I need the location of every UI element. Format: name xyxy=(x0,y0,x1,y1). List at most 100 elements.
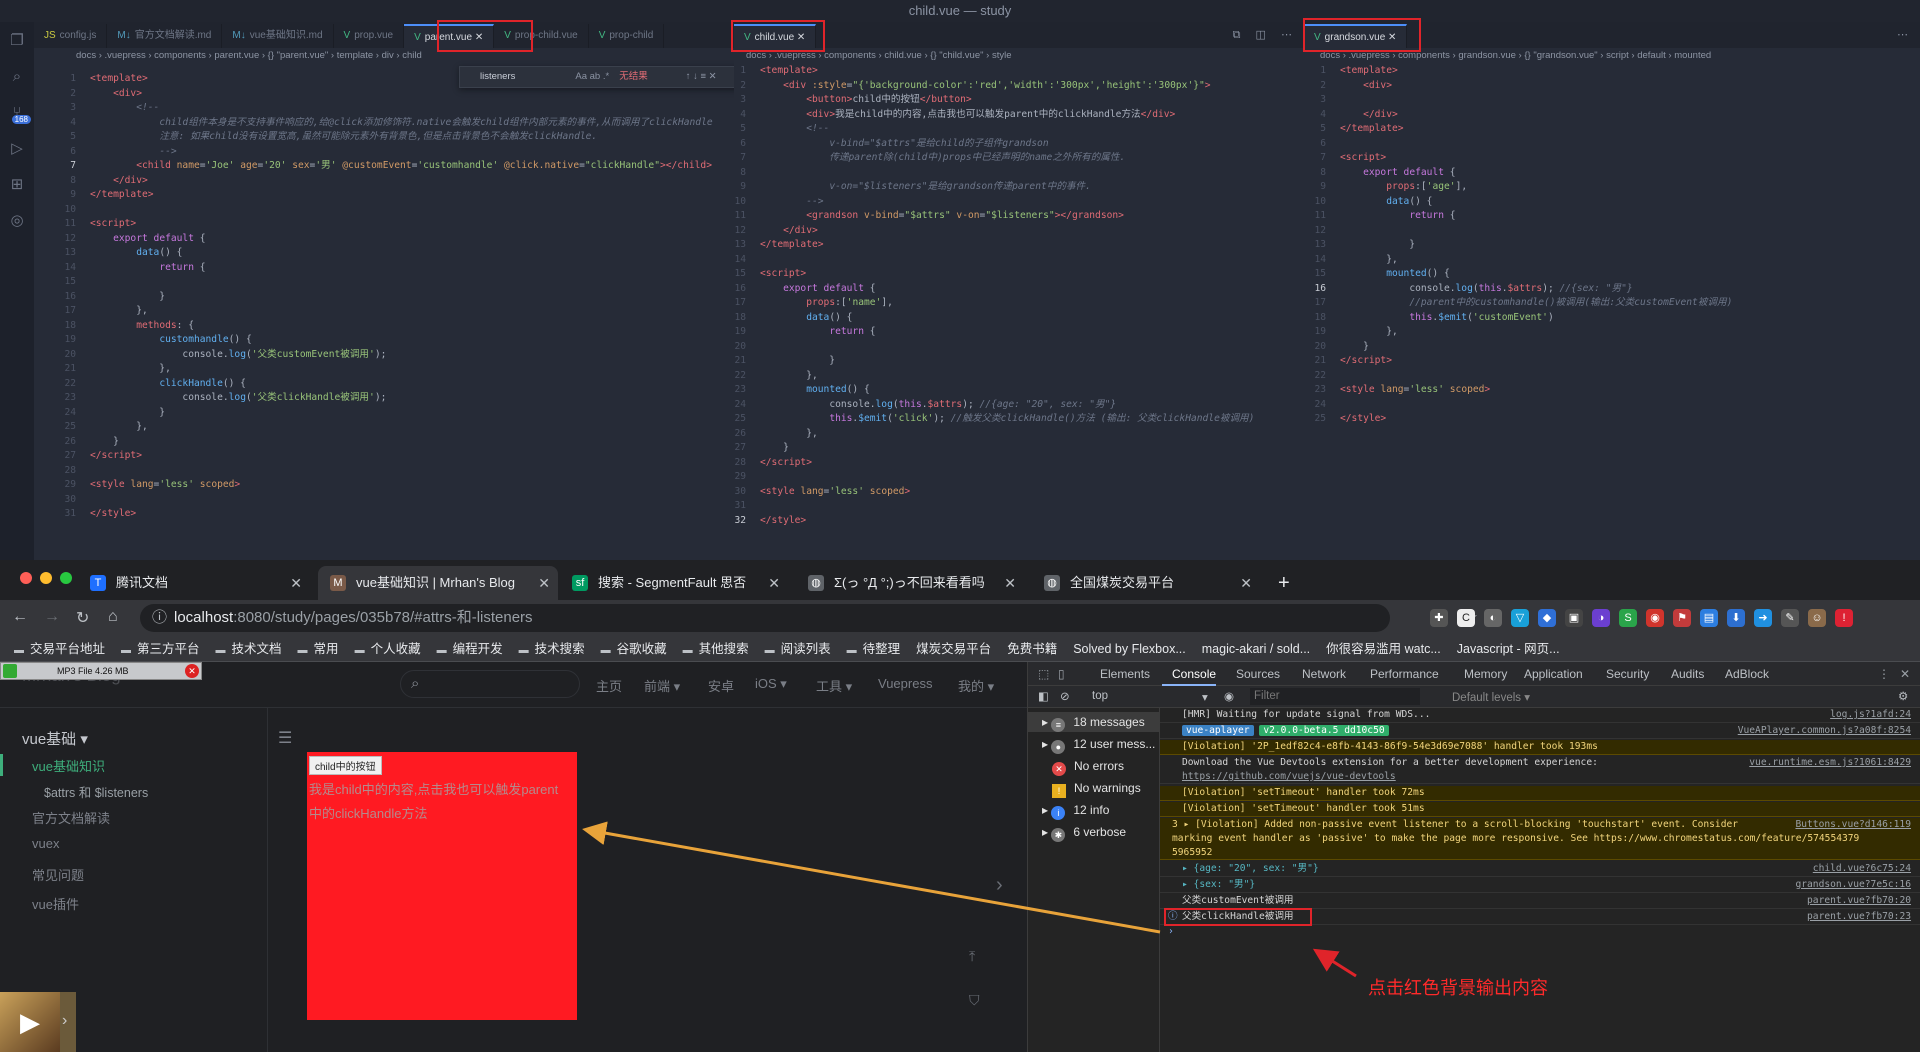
play-icon[interactable]: ▶ xyxy=(0,992,60,1052)
extension-icon[interactable]: ▣ xyxy=(1565,609,1583,627)
remote-icon[interactable]: ◎ xyxy=(0,202,34,238)
bookmark-item[interactable]: Solved by Flexbox... xyxy=(1073,636,1186,661)
close-tab-icon[interactable]: ✕ xyxy=(1240,566,1252,600)
sidebar-subitem[interactable]: $attrs 和 $listeners xyxy=(44,782,148,801)
code-grandson-vue[interactable]: 1 <template> 2 <div> 3 4 </div> 5 </templa… xyxy=(1304,64,1920,427)
console-prompt[interactable]: › xyxy=(1168,926,1174,937)
close-tab-icon[interactable]: ✕ xyxy=(1004,566,1016,600)
nav-android[interactable]: 安卓 xyxy=(708,676,734,695)
tab-network[interactable]: Network xyxy=(1302,667,1346,681)
browser-tab[interactable]: ◍ 全国煤炭交易平台 ✕ xyxy=(1032,566,1260,600)
minimize-window-icon[interactable] xyxy=(40,572,52,584)
forward-icon[interactable]: → xyxy=(44,608,60,626)
back-to-top-icon[interactable]: ⤒ xyxy=(969,948,975,965)
extension-icon[interactable]: ⬇ xyxy=(1727,609,1745,627)
search-icon[interactable]: ⌕ xyxy=(0,58,34,94)
mp3-download-bar[interactable]: MP3 File 4.26 MB ✕ xyxy=(0,662,202,680)
bookmark-item[interactable]: 免费书籍 xyxy=(1007,636,1057,661)
device-toggle-icon[interactable]: ▯ xyxy=(1058,667,1065,681)
music-player[interactable]: ▶ › xyxy=(0,992,76,1052)
browser-tab[interactable]: ◍ Σ(っ °Д °;)っ不回来看看吗 ✕ xyxy=(796,566,1024,600)
extension-icon[interactable]: ◉ xyxy=(1646,609,1664,627)
tab-application[interactable]: Application xyxy=(1524,667,1583,681)
close-tab-icon[interactable]: ✕ xyxy=(538,566,550,600)
tab-config-js[interactable]: JS config.js xyxy=(34,24,108,48)
filter-verbose[interactable]: ▸ ✱ 6 verbose xyxy=(1042,822,1126,842)
new-tab-button[interactable]: + xyxy=(1270,566,1300,600)
home-icon[interactable]: ⌂ xyxy=(108,608,118,626)
nav-mine[interactable]: 我的 ▾ xyxy=(958,676,994,695)
source-control-icon[interactable]: ⑂ 168 xyxy=(0,94,34,130)
tab-elements[interactable]: Elements xyxy=(1100,667,1150,681)
child-button[interactable]: child中的按钮 xyxy=(309,756,382,775)
console-object[interactable]: ▸ {age: "20", sex: "男"} child.vue?6c75:24 xyxy=(1160,862,1920,877)
bookmark-item[interactable]: 编程开发 xyxy=(437,636,503,661)
tab-grandson-vue[interactable]: Vgrandson.vue ✕ xyxy=(1304,24,1408,48)
console-object[interactable]: ▸ {sex: "男"} grandson.vue?7e5c:16 xyxy=(1160,878,1920,893)
browser-tab[interactable]: sf 搜索 - SegmentFault 思否 ✕ xyxy=(560,566,788,600)
bookmark-item[interactable]: magic-akari / sold... xyxy=(1202,636,1310,661)
context-select[interactable]: top xyxy=(1092,690,1108,702)
bookmark-item[interactable]: 技术文档 xyxy=(216,636,282,661)
clear-console-icon[interactable]: ⊘ xyxy=(1060,689,1070,703)
sidebar-group[interactable]: vue基础 ▾ xyxy=(22,728,88,749)
console-output[interactable]: [HMR] Waiting for update signal from WDS… xyxy=(1160,708,1920,1052)
bookmark-item[interactable]: 煤炭交易平台 xyxy=(916,636,991,661)
extension-icon[interactable]: ▽ xyxy=(1511,609,1529,627)
breadcrumb[interactable]: docs › .vuepress › components › parent.v… xyxy=(34,48,740,64)
nav-tools[interactable]: 工具 ▾ xyxy=(816,676,852,695)
tab-sources[interactable]: Sources xyxy=(1236,667,1280,681)
nav-vuepress[interactable]: Vuepress xyxy=(878,676,932,691)
update-icon[interactable]: ! xyxy=(1835,609,1853,627)
filter-info[interactable]: ▸ i 12 info xyxy=(1042,800,1109,820)
extension-icon[interactable]: ✚ xyxy=(1430,609,1448,627)
bookmark-item[interactable]: 技术搜索 xyxy=(519,636,585,661)
theme-icon[interactable]: ⛉ xyxy=(969,992,980,1009)
bookmark-item[interactable]: Javascript - 网页... xyxy=(1457,636,1560,661)
tab-audits[interactable]: Audits xyxy=(1671,667,1704,681)
console-filter-input[interactable]: Filter xyxy=(1250,688,1420,705)
avatar[interactable]: ☺ xyxy=(1808,609,1826,627)
tab-vue-basics[interactable]: M↓ vue基础知识.md xyxy=(222,24,334,48)
tab-security[interactable]: Security xyxy=(1606,667,1649,681)
chevron-right-icon[interactable]: › xyxy=(62,1012,67,1030)
reload-icon[interactable]: ↻ xyxy=(76,608,89,628)
tab-child-vue[interactable]: Vchild.vue ✕ xyxy=(734,24,817,48)
bookmark-item[interactable]: 第三方平台 xyxy=(121,636,200,661)
code-child-vue[interactable]: 1 <template> 2 <div :style="{'background-… xyxy=(734,64,1304,528)
menu-icon[interactable]: ☰ xyxy=(278,728,292,748)
extension-icon[interactable]: ◆ xyxy=(1538,609,1556,627)
extension-icon[interactable]: ▤ xyxy=(1700,609,1718,627)
extension-icon[interactable]: ✎ xyxy=(1781,609,1799,627)
bookmark-item[interactable]: 阅读列表 xyxy=(765,636,831,661)
sidebar-item[interactable]: 官方文档解读 xyxy=(32,808,110,827)
extension-icon[interactable]: ◑ xyxy=(1592,609,1610,627)
extension-icon[interactable]: S xyxy=(1619,609,1637,627)
back-icon[interactable]: ← xyxy=(12,608,28,626)
bookmark-item[interactable]: 个人收藏 xyxy=(355,636,421,661)
nav-frontend[interactable]: 前端 ▾ xyxy=(644,676,680,695)
close-icon[interactable]: ✕ xyxy=(1900,667,1910,681)
bookmark-item[interactable]: 其他搜索 xyxy=(683,636,749,661)
red-demo-box[interactable]: child中的按钮 我是child中的内容,点击我也可以触发parent中的cl… xyxy=(307,752,577,1020)
url-field[interactable]: ⓘ localhost:8080/study/pages/035b78/#attr… xyxy=(140,604,1478,632)
extension-icon[interactable]: C xyxy=(1457,609,1475,627)
tab-prop-child-vue[interactable]: Vprop-child.vue xyxy=(494,24,589,48)
editor-actions[interactable]: ⋯ xyxy=(1897,28,1914,41)
tab-parent-vue[interactable]: Vparent.vue ✕ xyxy=(404,24,495,48)
chevron-down-icon[interactable]: ▾ xyxy=(1202,690,1208,704)
browser-tab-active[interactable]: Mvue基础知识 | Mrhan's Blog ✕ xyxy=(318,566,558,600)
tab-adblock[interactable]: AdBlock xyxy=(1725,667,1769,681)
bookmark-item[interactable]: 谷歌收藏 xyxy=(601,636,667,661)
sidebar-item[interactable]: vuex xyxy=(32,836,59,851)
tab-prop-vue[interactable]: Vprop.vue xyxy=(334,24,405,48)
chevron-right-icon[interactable]: › xyxy=(996,874,1003,897)
close-window-icon[interactable] xyxy=(20,572,32,584)
filter-warnings[interactable]: ! No warnings xyxy=(1052,778,1141,798)
tab-performance[interactable]: Performance xyxy=(1370,667,1439,681)
eye-icon[interactable]: ◉ xyxy=(1224,689,1234,703)
extension-icon[interactable]: ➜ xyxy=(1754,609,1772,627)
inspect-icon[interactable]: ⬚ xyxy=(1038,667,1049,681)
sidebar-item[interactable]: vue插件 xyxy=(32,894,79,913)
tab-memory[interactable]: Memory xyxy=(1464,667,1507,681)
